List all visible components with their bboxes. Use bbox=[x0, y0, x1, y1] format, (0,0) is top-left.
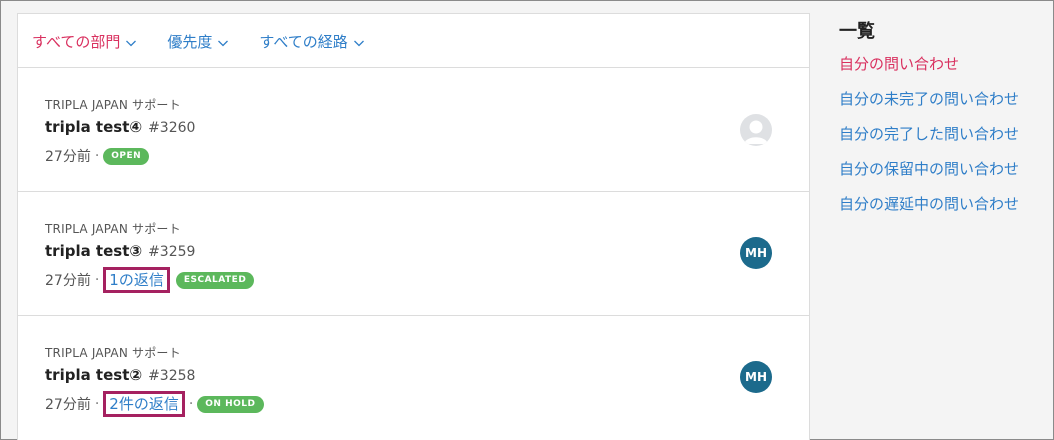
ticket-title[interactable]: tripla test② bbox=[45, 366, 142, 384]
replies-link[interactable]: 1の返信 bbox=[103, 267, 170, 293]
dot-separator: · bbox=[94, 396, 100, 412]
dot-separator: · bbox=[94, 148, 100, 164]
ticket-row[interactable]: TRIPLA JAPAN サポート tripla test② #3258 27分… bbox=[18, 316, 809, 440]
ticket-time: 27分前 bbox=[45, 149, 91, 165]
ticket-time: 27分前 bbox=[45, 397, 91, 413]
sidebar-item-my-inquiries[interactable]: 自分の問い合わせ bbox=[839, 53, 1049, 88]
ticket-row[interactable]: TRIPLA JAPAN サポート tripla test③ #3259 27分… bbox=[18, 192, 809, 316]
ticket-org: TRIPLA JAPAN サポート bbox=[45, 98, 181, 112]
status-badge: ON HOLD bbox=[197, 395, 264, 413]
chevron-down-icon bbox=[218, 40, 229, 47]
ticket-row[interactable]: TRIPLA JAPAN サポート tripla test④ #3260 27分… bbox=[18, 68, 809, 192]
ticket-org: TRIPLA JAPAN サポート bbox=[45, 346, 181, 360]
dot-separator: · bbox=[188, 396, 194, 412]
sidebar-item-my-open-inquiries[interactable]: 自分の未完了の問い合わせ bbox=[839, 88, 1049, 123]
filter-channel[interactable]: すべての経路 bbox=[259, 29, 364, 52]
filter-department-label: すべての部門 bbox=[32, 33, 121, 51]
filter-priority[interactable]: 優先度 bbox=[167, 29, 229, 52]
ticket-org: TRIPLA JAPAN サポート bbox=[45, 222, 181, 236]
ticket-number: #3260 bbox=[148, 120, 196, 136]
window-frame: すべての部門 優先度 すべての経路 TRIPLA JAPAN サポート trip… bbox=[0, 0, 1054, 440]
status-badge: OPEN bbox=[103, 147, 150, 165]
avatar bbox=[740, 114, 772, 146]
ticket-panel: すべての部門 優先度 すべての経路 TRIPLA JAPAN サポート trip… bbox=[17, 13, 810, 440]
sidebar-title: 一覧 bbox=[839, 21, 875, 42]
replies-link[interactable]: 2件の返信 bbox=[103, 391, 185, 417]
filter-channel-label: すべての経路 bbox=[259, 33, 348, 51]
sidebar-item-my-on-hold-inquiries[interactable]: 自分の保留中の問い合わせ bbox=[839, 158, 1049, 193]
ticket-title[interactable]: tripla test③ bbox=[45, 242, 142, 260]
chevron-down-icon bbox=[126, 40, 137, 47]
avatar: MH bbox=[740, 237, 772, 269]
status-badge: ESCALATED bbox=[175, 271, 255, 289]
ticket-time: 27分前 bbox=[45, 273, 91, 289]
filter-department[interactable]: すべての部門 bbox=[32, 29, 137, 52]
ticket-number: #3259 bbox=[148, 244, 196, 260]
filter-bar: すべての部門 優先度 すべての経路 bbox=[18, 14, 809, 68]
sidebar-item-my-completed-inquiries[interactable]: 自分の完了した問い合わせ bbox=[839, 123, 1049, 158]
ticket-number: #3258 bbox=[148, 368, 196, 384]
views-sidebar: 一覧 自分の問い合わせ 自分の未完了の問い合わせ 自分の完了した問い合わせ 自分… bbox=[839, 17, 1049, 228]
filter-priority-label: 優先度 bbox=[167, 33, 213, 51]
user-silhouette-icon bbox=[744, 120, 768, 144]
ticket-title[interactable]: tripla test④ bbox=[45, 118, 142, 136]
avatar: MH bbox=[740, 361, 772, 393]
sidebar-item-my-delayed-inquiries[interactable]: 自分の遅延中の問い合わせ bbox=[839, 193, 1049, 228]
dot-separator: · bbox=[94, 272, 100, 288]
chevron-down-icon bbox=[353, 40, 364, 47]
